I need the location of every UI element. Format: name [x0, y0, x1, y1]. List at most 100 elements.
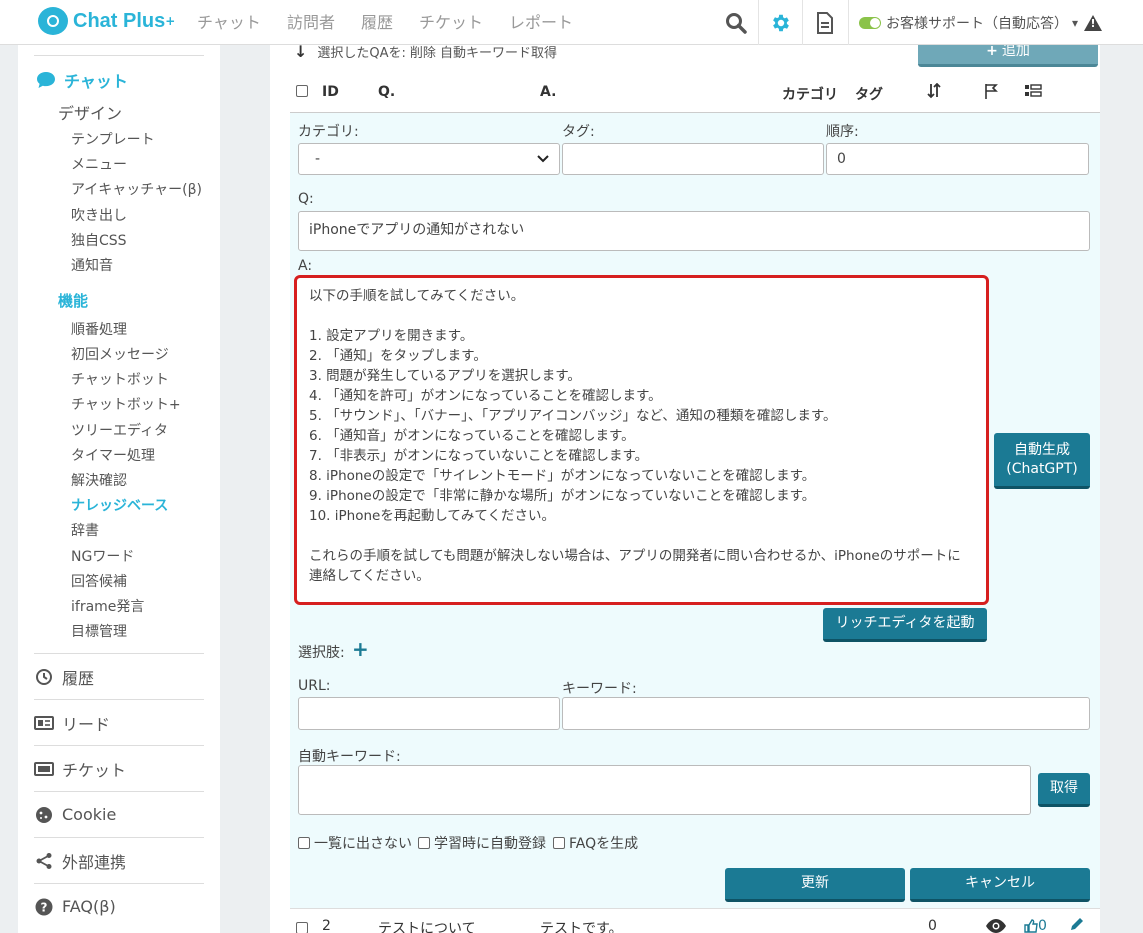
pencil-icon[interactable]: [1070, 917, 1084, 933]
answer-textarea[interactable]: 以下の手順を試してみてください。 1. 設定アプリを開きます。 2. 「通知」を…: [294, 275, 989, 605]
sidebar-history[interactable]: 履歴: [34, 653, 204, 699]
eye-icon[interactable]: [985, 919, 1007, 933]
sidebar-item-balloon[interactable]: 吹き出し: [71, 205, 127, 225]
sidebar-tickets[interactable]: チケット: [34, 745, 204, 791]
select-all-checkbox[interactable]: [296, 85, 308, 97]
auto-keyword-textarea[interactable]: [298, 765, 1031, 815]
settings-button[interactable]: [758, 0, 802, 45]
auto-keyword-label: 自動キーワード:: [298, 749, 401, 765]
sidebar-item-css[interactable]: 独自CSS: [71, 230, 127, 250]
like-button[interactable]: 0: [1024, 918, 1047, 933]
auto-register-checkbox[interactable]: [418, 837, 430, 849]
sidebar: チャット デザイン テンプレート メニュー アイキャッチャー(β) 吹き出し 独…: [18, 45, 220, 933]
status-toggle[interactable]: [859, 16, 881, 29]
sidebar-item-chatbot[interactable]: チャットボット: [71, 369, 169, 389]
answer-label: A:: [298, 258, 313, 274]
fetch-keywords-button[interactable]: 取得: [1038, 773, 1090, 807]
sidebar-leads[interactable]: リード: [34, 699, 204, 745]
list-settings-icon[interactable]: [1024, 84, 1042, 102]
thumbs-up-icon: [1024, 919, 1038, 933]
update-button[interactable]: 更新: [725, 868, 905, 902]
nav-tab-chat[interactable]: チャット: [197, 9, 261, 33]
history-icon: [34, 668, 54, 686]
add-button-label: 追加: [1001, 43, 1030, 60]
sidebar-item-queue[interactable]: 順番処理: [71, 319, 127, 339]
option-generate-faq[interactable]: FAQを生成: [553, 833, 638, 853]
share-icon: [34, 852, 54, 870]
document-icon: [816, 11, 833, 34]
url-input[interactable]: [298, 697, 560, 730]
row-checkbox[interactable]: [296, 922, 308, 933]
sidebar-chat[interactable]: チャット: [36, 68, 128, 92]
table-header: ID Q. A. カテゴリ タグ: [290, 75, 1100, 113]
sidebar-item-dictionary[interactable]: 辞書: [71, 520, 99, 540]
sidebar-cookie[interactable]: Cookie: [34, 791, 204, 837]
generate-faq-checkbox[interactable]: [553, 837, 565, 849]
sidebar-chat-label: チャット: [64, 72, 128, 91]
col-category[interactable]: カテゴリ: [782, 84, 838, 104]
add-choice-plus-icon[interactable]: +: [352, 637, 369, 661]
nav-tab-reports[interactable]: レポート: [509, 9, 573, 33]
cookie-icon: [34, 806, 54, 824]
sidebar-item-tree-editor[interactable]: ツリーエディタ: [71, 420, 168, 440]
plus-icon: +: [986, 43, 998, 60]
table-row[interactable]: 2 テストについて テストです。 0 0: [290, 908, 1100, 933]
option-auto-register[interactable]: 学習時に自動登録: [418, 833, 546, 853]
keyword-input[interactable]: [562, 697, 1090, 730]
sidebar-item-chatbot-plus[interactable]: チャットボット+: [71, 394, 181, 414]
sidebar-function[interactable]: 機能: [58, 290, 88, 311]
qa-edit-panel: カテゴリ: - タグ: 順序: 0 Q: iPhoneでアプリの通知がされない …: [290, 113, 1100, 908]
sidebar-faq[interactable]: ? FAQ(β): [34, 883, 204, 929]
gear-icon: [772, 14, 789, 31]
col-q[interactable]: Q.: [378, 84, 395, 100]
sidebar-item-goals[interactable]: 目標管理: [71, 621, 127, 641]
row-answer: テストです。: [540, 921, 623, 933]
chat-bubble-icon: [37, 72, 55, 88]
chevron-down-icon: ▾: [1072, 15, 1079, 30]
rich-editor-button[interactable]: リッチエディタを起動: [823, 608, 987, 642]
col-a[interactable]: A.: [540, 84, 556, 100]
col-id[interactable]: ID: [322, 84, 339, 100]
search-icon: [726, 12, 747, 34]
warning-icon: !: [1084, 14, 1103, 31]
sidebar-item-resolve[interactable]: 解決確認: [71, 470, 127, 490]
col-tag[interactable]: タグ: [855, 84, 883, 104]
sidebar-design[interactable]: デザイン: [58, 100, 122, 124]
nav-tab-history[interactable]: 履歴: [361, 9, 393, 33]
search-button[interactable]: [714, 0, 758, 45]
sidebar-item-iframe[interactable]: iframe発言: [71, 596, 144, 616]
document-button[interactable]: [802, 0, 846, 45]
chevron-down-icon: [537, 155, 549, 163]
category-select[interactable]: -: [298, 143, 560, 175]
operator-status[interactable]: お客様サポート（自動応答） ▾ !: [848, 0, 1103, 45]
sidebar-item-first-message[interactable]: 初回メッセージ: [71, 344, 169, 364]
sidebar-item-knowledge-base[interactable]: ナレッジベース: [71, 495, 168, 515]
top-bar: Chat Plus + チャット 訪問者 履歴 チケット レポート お客様サポート…: [0, 0, 1143, 45]
id-card-icon: [34, 715, 54, 730]
nav-tab-tickets[interactable]: チケット: [419, 9, 483, 33]
sidebar-item-ng-word[interactable]: NGワード: [71, 546, 134, 566]
category-label: カテゴリ:: [298, 124, 359, 140]
sidebar-item-answer-candidates[interactable]: 回答候補: [71, 571, 127, 591]
sidebar-item-timer[interactable]: タイマー処理: [71, 445, 155, 465]
cancel-button[interactable]: キャンセル: [910, 868, 1090, 902]
like-count: 0: [1038, 918, 1047, 933]
row-id: 2: [322, 918, 331, 933]
flag-icon[interactable]: [984, 83, 998, 103]
sidebar-item-template[interactable]: テンプレート: [71, 129, 155, 149]
sidebar-item-eyecatcher[interactable]: アイキャッチャー(β): [71, 179, 202, 199]
order-input[interactable]: 0: [826, 143, 1089, 175]
question-textarea[interactable]: iPhoneでアプリの通知がされない: [298, 211, 1090, 251]
tag-input[interactable]: [562, 143, 824, 175]
autogen-chatgpt-button[interactable]: 自動生成 (ChatGPT): [994, 433, 1090, 489]
sidebar-integrations[interactable]: 外部連携: [34, 837, 204, 883]
sidebar-item-menu[interactable]: メニュー: [71, 154, 127, 174]
nav-tab-visitors[interactable]: 訪問者: [287, 9, 335, 33]
option-hide-from-list[interactable]: 一覧に出さない: [298, 833, 412, 853]
svg-text:?: ?: [41, 900, 48, 914]
sidebar-item-sound[interactable]: 通知音: [71, 255, 113, 275]
brand-logo[interactable]: Chat Plus +: [38, 7, 175, 35]
main-content: ↓ 選択したQAを: 削除 自動キーワード取得 + 追加 ID Q. A. カテゴ…: [270, 39, 1100, 933]
hide-from-list-checkbox[interactable]: [298, 837, 310, 849]
sort-order-icon[interactable]: [927, 82, 941, 103]
